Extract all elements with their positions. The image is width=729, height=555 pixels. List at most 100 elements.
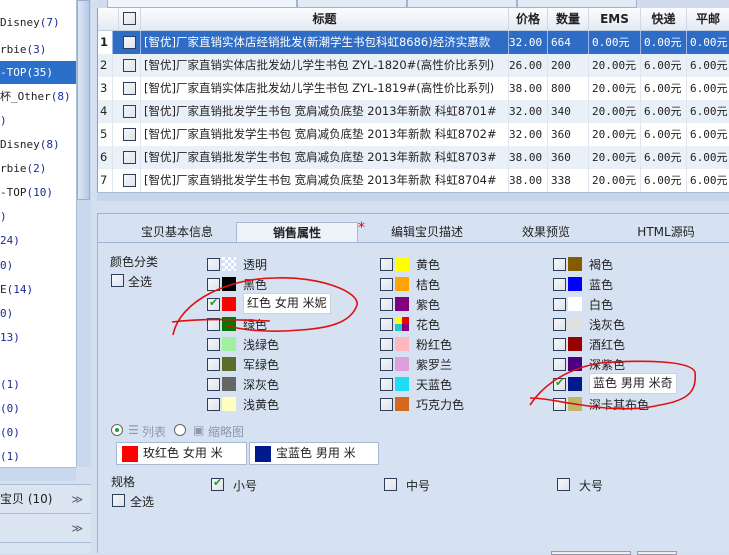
top-tab-4[interactable] xyxy=(517,0,637,8)
color-checkbox[interactable] xyxy=(380,378,393,391)
top-tab-3[interactable] xyxy=(407,0,517,8)
table-row[interactable]: 4 [智优]厂家直销批发学生书包 宽肩减负底垫 2013年新款 科虹8701# 32… xyxy=(98,100,729,123)
row-checkbox[interactable] xyxy=(123,105,136,118)
column-header[interactable]: EMS xyxy=(589,8,641,31)
accordion-item-1[interactable]: 宝贝 (10) ≫ xyxy=(0,484,91,513)
category-item[interactable]: -TOP(10) xyxy=(0,181,76,204)
color-checkbox[interactable] xyxy=(207,338,220,351)
column-header[interactable]: 数量 xyxy=(548,8,589,31)
color-checkbox[interactable] xyxy=(207,278,220,291)
table-row[interactable]: 2 [智优]厂家直销实体店批发幼儿学生书包 ZYL-1820#(高性价比系列) 26… xyxy=(98,54,729,77)
column-header[interactable]: 标题 xyxy=(141,8,509,31)
color-checkbox[interactable] xyxy=(380,258,393,271)
color-checkbox[interactable] xyxy=(553,258,566,271)
color-alias-input[interactable]: 蓝色 男用 米奇 xyxy=(589,373,677,394)
color-checkbox[interactable] xyxy=(380,278,393,291)
color-swatch xyxy=(222,257,236,271)
color-name: 粉红色 xyxy=(416,338,453,352)
size-checkbox[interactable] xyxy=(384,478,397,491)
color-swatch xyxy=(395,277,409,291)
table-row[interactable]: 1 [智优]厂家直销实体店经销批发(新潮学生书包科虹8686)经济实惠款 32.00… xyxy=(98,31,729,54)
category-item[interactable]: (1) xyxy=(0,373,76,396)
category-item[interactable]: ) xyxy=(0,205,76,228)
table-row[interactable]: 6 [智优]厂家直销批发学生书包 宽肩减负底垫 2013年新款 科虹8703# 38… xyxy=(98,146,729,169)
row-checkbox[interactable] xyxy=(123,151,136,164)
column-header[interactable]: 平邮 xyxy=(687,8,729,31)
tab-3[interactable]: 编辑宝贝描述 xyxy=(368,222,486,243)
category-item[interactable]: Disney(8) xyxy=(0,133,76,156)
color-select-all-checkbox[interactable] xyxy=(111,274,124,287)
category-item[interactable]: 13) xyxy=(0,326,76,349)
tab-2[interactable]: 销售属性 xyxy=(236,222,358,243)
color-name: 深卡其布色 xyxy=(589,398,650,412)
category-item[interactable]: (1) xyxy=(0,445,76,468)
row-checkbox[interactable] xyxy=(123,128,136,141)
tab-4[interactable]: 效果预览 xyxy=(486,222,606,243)
color-chip[interactable]: 宝蓝色 男用 米 xyxy=(249,442,379,465)
category-item[interactable]: 杯_Other(8) xyxy=(0,85,76,108)
color-checkbox[interactable] xyxy=(553,358,566,371)
color-checkbox[interactable] xyxy=(207,318,220,331)
table-row[interactable]: 3 [智优]厂家直销实体店批发幼儿学生书包 ZYL-1819#(高性价比系列) 38… xyxy=(98,77,729,100)
row-checkbox[interactable] xyxy=(123,59,136,72)
color-checkbox[interactable] xyxy=(207,258,220,271)
size-select-all-checkbox[interactable] xyxy=(112,494,125,507)
category-item[interactable]: rbie(3) xyxy=(0,38,76,61)
color-checkbox[interactable] xyxy=(553,298,566,311)
color-checkbox[interactable] xyxy=(207,398,220,411)
view-thumb-radio[interactable] xyxy=(174,424,186,436)
product-title: [智优]厂家直销批发学生书包 宽肩减负底垫 2013年新款 科虹8703# xyxy=(141,146,509,169)
row-checkbox[interactable] xyxy=(123,36,136,49)
column-header[interactable]: 价格 xyxy=(509,8,548,31)
category-item[interactable]: 0) xyxy=(0,302,76,325)
color-checkbox[interactable] xyxy=(207,378,220,391)
category-item[interactable]: ) xyxy=(0,109,76,132)
tab-1[interactable]: 宝贝基本信息 xyxy=(118,222,236,243)
category-item[interactable]: Disney(7) xyxy=(0,11,76,34)
color-checkbox[interactable] xyxy=(553,376,566,391)
action-button[interactable] xyxy=(551,551,631,555)
sidebar-scroll-thumb[interactable] xyxy=(77,0,90,200)
color-checkbox[interactable] xyxy=(380,298,393,311)
category-item[interactable]: -TOP(35) xyxy=(0,61,76,84)
view-list-radio[interactable] xyxy=(111,424,123,436)
table-row[interactable]: 7 [智优]厂家直销批发学生书包 宽肩减负底垫 2013年新款 科虹8704# 38… xyxy=(98,169,729,192)
category-item[interactable]: E(14) xyxy=(0,278,76,301)
double-chevron-down-icon[interactable]: ≫ xyxy=(71,485,83,514)
color-chip[interactable]: 玫红色 女用 米 xyxy=(116,442,247,465)
color-checkbox[interactable] xyxy=(380,398,393,411)
color-checkbox[interactable] xyxy=(553,338,566,351)
size-checkbox[interactable] xyxy=(211,476,224,491)
category-item[interactable]: 24) xyxy=(0,229,76,252)
color-checkbox[interactable] xyxy=(380,318,393,331)
tab-5[interactable]: HTML源码 xyxy=(606,222,726,243)
row-checkbox[interactable] xyxy=(123,174,136,187)
category-item[interactable]: 0) xyxy=(0,254,76,277)
size-checkbox[interactable] xyxy=(557,478,570,491)
color-checkbox[interactable] xyxy=(553,278,566,291)
category-item[interactable]: (0) xyxy=(0,397,76,420)
sidebar-horizontal-scrollbar[interactable] xyxy=(0,467,76,481)
table-horizontal-scrollbar[interactable] xyxy=(97,192,729,201)
category-item[interactable]: rbie(2) xyxy=(0,157,76,180)
size-name: 中号 xyxy=(406,479,431,493)
row-checkbox[interactable] xyxy=(123,82,136,95)
color-checkbox[interactable] xyxy=(553,318,566,331)
color-checkbox[interactable] xyxy=(207,358,220,371)
accordion-item-2[interactable]: ≫ xyxy=(0,513,91,542)
double-chevron-down-icon[interactable]: ≫ xyxy=(71,514,83,543)
action-button[interactable] xyxy=(637,551,677,555)
color-checkbox[interactable] xyxy=(207,296,220,311)
category-item[interactable] xyxy=(0,350,76,373)
color-alias-input[interactable]: 红色 女用 米妮 xyxy=(243,293,331,314)
select-all-rows-checkbox[interactable] xyxy=(123,12,136,25)
color-checkbox[interactable] xyxy=(380,358,393,371)
column-header[interactable]: 快递 xyxy=(641,8,687,31)
top-tab-1[interactable] xyxy=(107,0,297,8)
table-row[interactable]: 5 [智优]厂家直销批发学生书包 宽肩减负底垫 2013年新款 科虹8702# 32… xyxy=(98,123,729,146)
color-checkbox[interactable] xyxy=(380,338,393,351)
color-checkbox[interactable] xyxy=(553,398,566,411)
cell-express: 6.00元 xyxy=(641,100,687,123)
top-tab-2[interactable] xyxy=(297,0,407,8)
category-item[interactable]: (0) xyxy=(0,421,76,444)
